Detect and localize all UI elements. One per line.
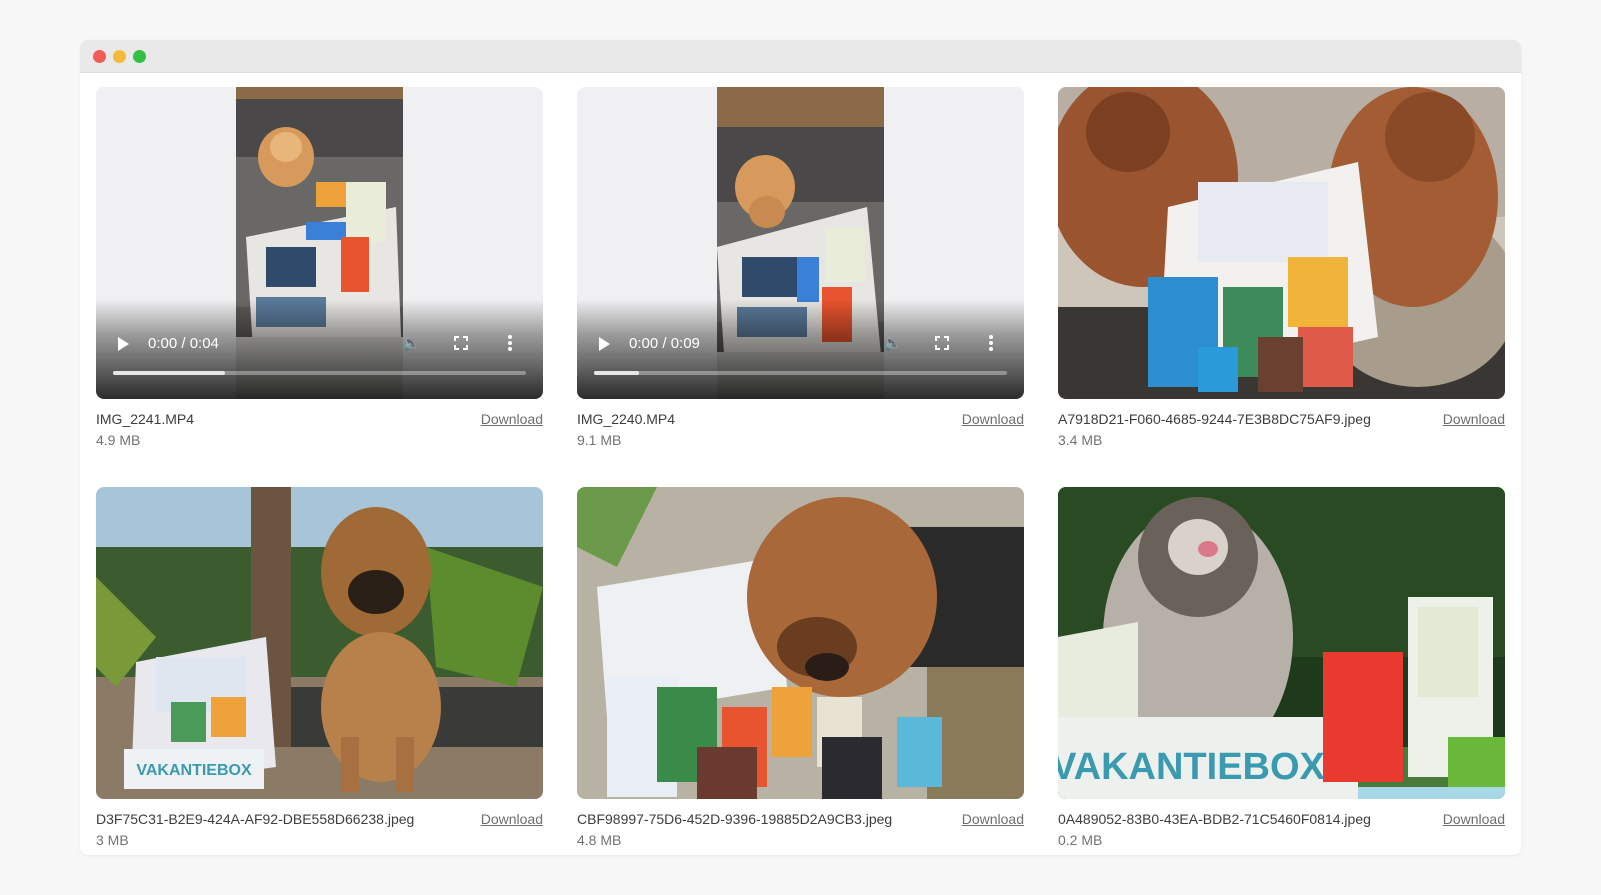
file-card: CBF98997-75D6-452D-9396-19885D2A9CB3.jpe…	[577, 487, 1024, 855]
file-meta: 0A489052-83B0-43EA-BDB2-71C5460F0814.jpe…	[1058, 811, 1505, 827]
play-icon[interactable]	[118, 337, 129, 351]
file-card: VAKANTIEBOX 0A489052-83B0-43EA-BDB2-71C5…	[1058, 487, 1505, 855]
file-meta: IMG_2241.MP4 Download	[96, 411, 543, 427]
vakantiebox-box-print: VAKANTIEBOX	[136, 762, 252, 779]
download-link[interactable]: Download	[962, 411, 1024, 427]
file-name: D3F75C31-B2E9-424A-AF92-DBE558D66238.jpe…	[96, 811, 415, 827]
file-meta: A7918D21-F060-4685-9244-7E3B8DC75AF9.jpe…	[1058, 411, 1505, 427]
file-size: 3 MB	[96, 832, 129, 848]
image-preview[interactable]	[1058, 87, 1505, 399]
file-card: 0:00 / 0:04 🔈 IMG_2241.MP4 Download 4.9 …	[96, 87, 543, 459]
photo-dog-sniffing-treats	[577, 487, 1024, 799]
volume-icon[interactable]: 🔈	[883, 334, 902, 352]
video-progress-fill	[113, 371, 225, 375]
image-preview[interactable]: VAKANTIEBOX	[1058, 487, 1505, 799]
video-controls: 0:00 / 0:04 🔈	[96, 299, 543, 399]
close-window-button[interactable]	[93, 50, 106, 63]
zoom-window-button[interactable]	[133, 50, 146, 63]
file-size: 9.1 MB	[577, 432, 622, 448]
file-size: 3.4 MB	[1058, 432, 1103, 448]
file-meta: D3F75C31-B2E9-424A-AF92-DBE558D66238.jpe…	[96, 811, 543, 827]
more-options-icon[interactable]	[989, 335, 993, 351]
file-name: IMG_2241.MP4	[96, 411, 195, 427]
video-time: 0:00 / 0:04	[148, 335, 219, 352]
download-link[interactable]: Download	[1443, 411, 1505, 427]
video-time: 0:00 / 0:09	[629, 335, 700, 352]
file-card: VAKANTIEBOX D3F75C31-B2E9-424A-AF92-DBE5…	[96, 487, 543, 855]
image-preview[interactable]	[577, 487, 1024, 799]
minimize-window-button[interactable]	[113, 50, 126, 63]
video-controls: 0:00 / 0:09 🔈	[577, 299, 1024, 399]
download-link[interactable]: Download	[481, 411, 543, 427]
vakantiebox-box-print: VAKANTIEBOX	[1058, 746, 1326, 788]
more-options-icon[interactable]	[508, 335, 512, 351]
video-progress-bar[interactable]	[113, 371, 526, 375]
play-icon[interactable]	[599, 337, 610, 351]
file-name: 0A489052-83B0-43EA-BDB2-71C5460F0814.jpe…	[1058, 811, 1371, 827]
file-name: CBF98997-75D6-452D-9396-19885D2A9CB3.jpe…	[577, 811, 893, 827]
browser-window: 0:00 / 0:04 🔈 IMG_2241.MP4 Download 4.9 …	[80, 40, 1521, 855]
fullscreen-icon[interactable]	[454, 336, 468, 350]
image-preview[interactable]: VAKANTIEBOX	[96, 487, 543, 799]
download-link[interactable]: Download	[481, 811, 543, 827]
volume-icon[interactable]: 🔈	[402, 334, 421, 352]
file-size: 4.8 MB	[577, 832, 622, 848]
video-player[interactable]: 0:00 / 0:09 🔈	[577, 87, 1024, 399]
file-gallery: 0:00 / 0:04 🔈 IMG_2241.MP4 Download 4.9 …	[96, 87, 1506, 855]
photo-shaggy-dog-with-box: VAKANTIEBOX	[1058, 487, 1505, 799]
file-meta: IMG_2240.MP4 Download	[577, 411, 1024, 427]
fullscreen-icon[interactable]	[935, 336, 949, 350]
download-link[interactable]: Download	[1443, 811, 1505, 827]
video-progress-bar[interactable]	[594, 371, 1007, 375]
window-titlebar	[80, 40, 1521, 73]
file-size: 0.2 MB	[1058, 832, 1103, 848]
download-link[interactable]: Download	[962, 811, 1024, 827]
file-name: A7918D21-F060-4685-9244-7E3B8DC75AF9.jpe…	[1058, 411, 1371, 427]
file-size: 4.9 MB	[96, 432, 141, 448]
file-meta: CBF98997-75D6-452D-9396-19885D2A9CB3.jpe…	[577, 811, 1024, 827]
file-name: IMG_2240.MP4	[577, 411, 676, 427]
video-progress-fill	[594, 371, 640, 375]
photo-two-dogs-with-box	[1058, 87, 1505, 399]
file-card: A7918D21-F060-4685-9244-7E3B8DC75AF9.jpe…	[1058, 87, 1505, 459]
photo-dog-in-garden: VAKANTIEBOX	[96, 487, 543, 799]
video-player[interactable]: 0:00 / 0:04 🔈	[96, 87, 543, 399]
file-card: 0:00 / 0:09 🔈 IMG_2240.MP4 Download 9.1 …	[577, 87, 1024, 459]
